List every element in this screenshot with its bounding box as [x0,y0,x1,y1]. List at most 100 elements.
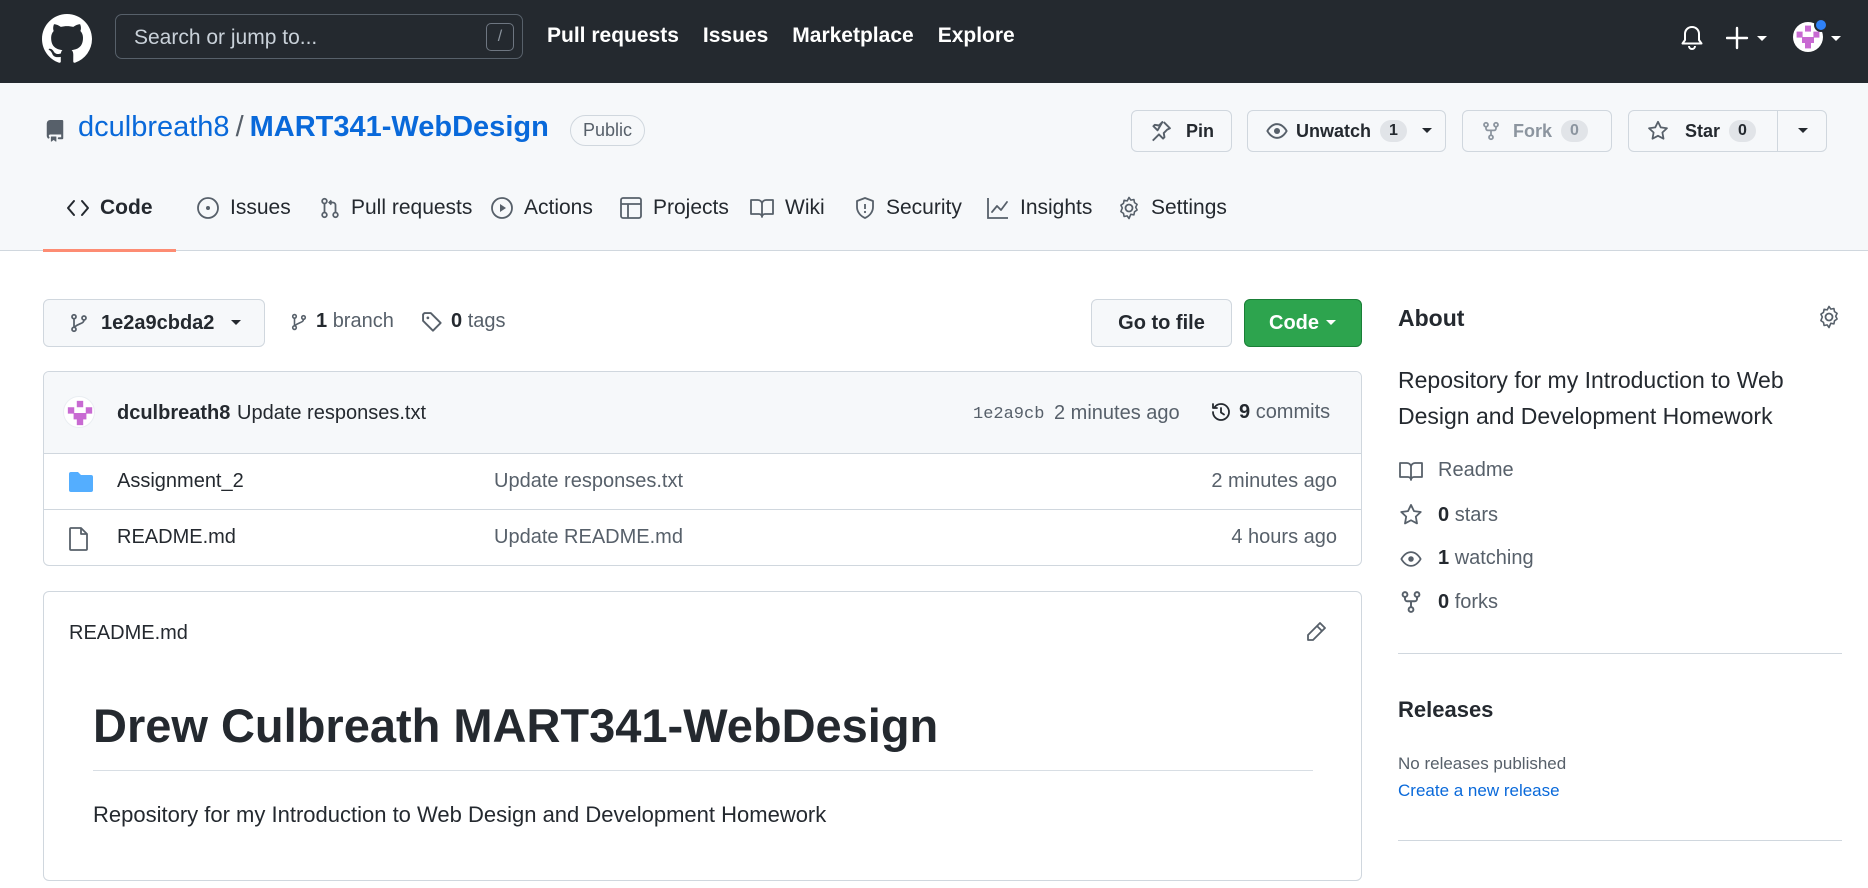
github-logo-icon[interactable] [42,14,92,64]
sidebar-divider [1398,840,1842,841]
history-icon [1212,403,1230,421]
file-commit-time: 2 minutes ago [1211,470,1337,492]
graph-icon [987,198,1008,219]
readme-heading: Drew Culbreath MART341-WebDesign [93,699,939,752]
code-dropdown-button[interactable]: Code [1244,299,1362,347]
repo-header: dculbreath8/MART341-WebDesign Public Pin… [0,83,1868,252]
readme-link-label: Readme [1438,459,1514,481]
file-name-link[interactable]: Assignment_2 [117,470,244,493]
create-new-icon[interactable] [1726,26,1770,50]
fork-label: Fork [1513,120,1553,141]
branch-icon [291,313,307,330]
tab-actions[interactable]: Actions [467,165,616,251]
search-box[interactable]: / [115,14,523,59]
identicon-icon [67,400,93,426]
readme-divider [93,770,1313,771]
pin-label: Pin [1186,120,1215,141]
branch-ref-label: 1e2a9cbda2 [101,311,215,334]
commit-author-link[interactable]: dculbreath8 [117,402,230,425]
code-icon [67,200,89,216]
eye-icon [1400,550,1422,567]
notification-bell-icon[interactable] [1680,25,1704,51]
star-button[interactable]: Star 0 [1628,110,1827,152]
star-count: 0 [1729,120,1756,142]
star-icon [1400,504,1422,525]
sidebar-divider [1398,653,1842,654]
branch-selector[interactable]: 1e2a9cbda2 [43,299,265,347]
tab-pull-requests[interactable]: Pull requests [296,165,495,251]
commit-time: 2 minutes ago [1054,402,1180,424]
tag-icon [422,311,442,332]
pencil-icon[interactable] [1305,621,1327,643]
tab-code[interactable]: Code [43,165,176,252]
branch-count: 1 [316,310,328,332]
no-releases-text: No releases published [1398,754,1567,773]
commit-count: 9 [1239,400,1251,423]
tab-security[interactable]: Security [831,165,985,251]
star-list-chevron-icon[interactable] [1797,127,1809,135]
tab-code-label: Code [100,196,153,219]
tag-label: tags [467,310,506,332]
code-button-label: Code [1269,311,1319,334]
tab-issues[interactable]: Issues [173,165,314,251]
tab-insights[interactable]: Insights [963,165,1115,251]
pin-icon [1152,121,1171,142]
readme-body: Repository for my Introduction to Web De… [93,802,827,827]
commit-sha-link[interactable]: 1e2a9cb [973,405,1044,424]
nav-explore[interactable]: Explore [938,24,1015,48]
readme-filename[interactable]: README.md [69,622,188,645]
folder-icon [69,472,93,492]
visibility-badge: Public [570,115,646,146]
commit-count-label: commits [1255,400,1331,423]
branch-label: branch [332,310,394,332]
unwatch-label: Unwatch [1296,120,1372,141]
star-icon [1648,120,1668,140]
create-release-link[interactable]: Create a new release [1398,781,1560,801]
tab-pull-requests-label: Pull requests [351,196,473,219]
go-to-file-button[interactable]: Go to file [1091,299,1232,347]
nav-pull-requests[interactable]: Pull requests [547,24,679,48]
stars-link[interactable]: 0 stars [1398,503,1498,527]
global-nav: Pull requests Issues Marketplace Explore [547,24,1015,48]
latest-commit-bar: dculbreath8 Update responses.txt 1e2a9cb… [44,372,1361,454]
tab-wiki[interactable]: Wiki [726,165,848,251]
search-input[interactable] [134,26,474,50]
tags-link[interactable]: 0 tags [421,310,506,333]
branches-link[interactable]: 1 branch [290,310,394,333]
readme-link[interactable]: Readme [1398,459,1514,482]
pin-button[interactable]: Pin [1131,110,1232,152]
nav-issues[interactable]: Issues [703,24,768,48]
repo-name-link[interactable]: MART341-WebDesign [250,111,549,143]
fork-button[interactable]: Fork 0 [1462,110,1612,152]
file-commit-link[interactable]: Update responses.txt [494,470,683,493]
chevron-down-icon[interactable] [1830,35,1842,43]
tab-settings[interactable]: Settings [1094,165,1250,251]
releases-heading[interactable]: Releases [1398,697,1493,723]
forks-link[interactable]: 0 forks [1398,590,1498,614]
unwatch-button[interactable]: Unwatch 1 [1247,110,1446,152]
chevron-down-icon [231,320,242,325]
eye-icon [1266,123,1288,139]
repo-title: dculbreath8/MART341-WebDesign [78,111,549,144]
notification-dot [1814,18,1828,32]
repo-owner-link[interactable]: dculbreath8 [78,111,230,143]
commit-message-link[interactable]: Update responses.txt [237,402,426,425]
watching-label: watching [1454,547,1534,569]
file-commit-link[interactable]: Update README.md [494,526,683,549]
gear-icon[interactable] [1817,305,1841,329]
table-icon [620,197,642,219]
nav-marketplace[interactable]: Marketplace [792,24,913,48]
tab-security-label: Security [886,196,962,219]
file-row[interactable]: Assignment_2 Update responses.txt 2 minu… [44,454,1361,510]
commits-link[interactable]: 9 commits [1209,400,1330,424]
file-name-link[interactable]: README.md [117,526,236,549]
tab-insights-label: Insights [1020,196,1093,219]
fork-count: 0 [1561,120,1588,142]
stars-label: stars [1454,503,1499,526]
file-row[interactable]: README.md Update README.md 4 hours ago [44,510,1361,565]
file-icon [69,527,88,551]
watchers-link[interactable]: 1 watching [1398,547,1534,570]
commit-author-avatar[interactable] [63,396,95,428]
shield-icon [856,197,874,219]
pull-request-icon [321,197,339,219]
